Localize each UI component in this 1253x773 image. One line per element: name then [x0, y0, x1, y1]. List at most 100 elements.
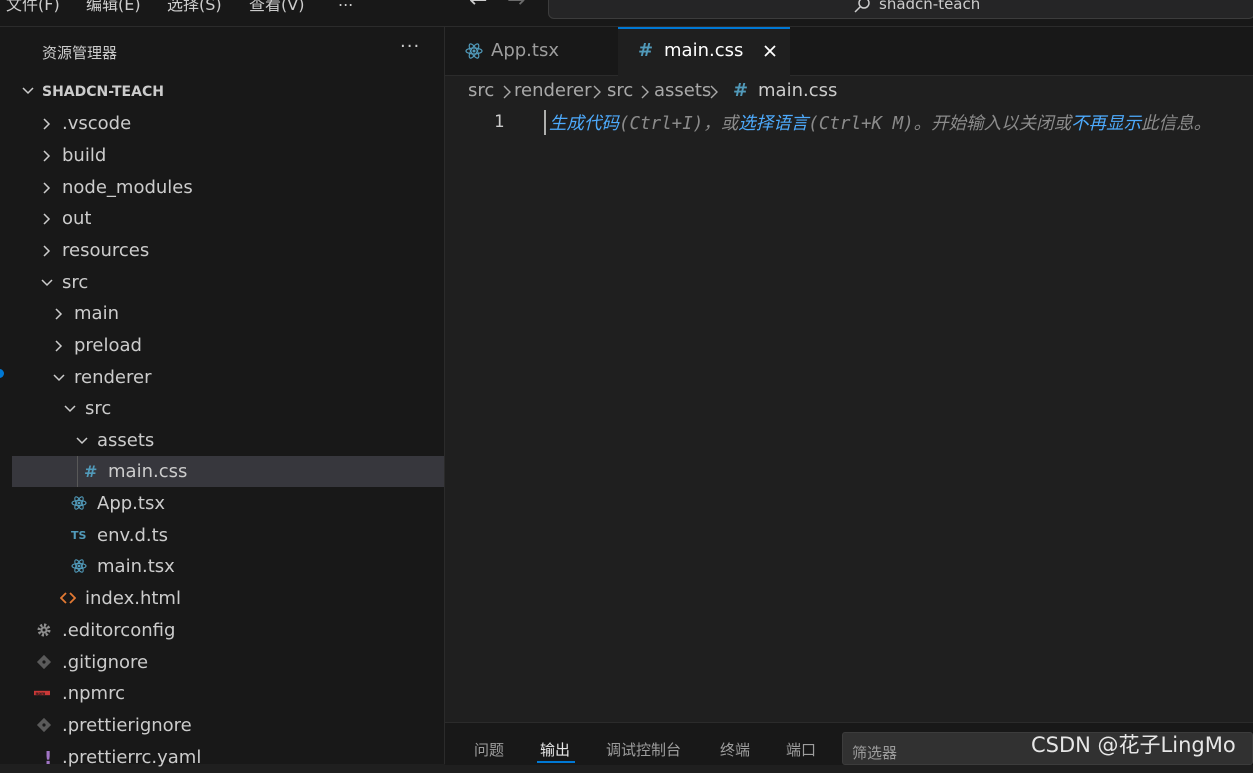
tab-output[interactable]: 输出	[540, 739, 570, 760]
search-icon	[854, 0, 870, 13]
forward-arrow-icon[interactable]: →	[507, 0, 525, 13]
tree-file[interactable]: npm .npmrc	[12, 678, 444, 709]
svg-text:TS: TS	[71, 529, 87, 542]
tree-item-label: index.html	[85, 588, 181, 609]
menu-edit[interactable]: 编辑(E)	[86, 0, 141, 15]
hint-text: 此信息。	[1141, 114, 1212, 134]
tree-folder[interactable]: out	[12, 203, 444, 234]
yaml-icon: !	[44, 749, 52, 765]
hint-link[interactable]: 生成代码	[549, 114, 619, 134]
tab-app-tsx[interactable]: App.tsx	[445, 27, 619, 75]
tab-label: App.tsx	[491, 40, 559, 61]
tree-item-label: build	[62, 145, 107, 166]
tree-file[interactable]: index.html	[12, 583, 444, 614]
react-icon	[71, 496, 87, 510]
tree-file[interactable]: TS env.d.ts	[12, 520, 444, 551]
menu-file[interactable]: 文件(F)	[6, 0, 60, 15]
tree-file[interactable]: .editorconfig	[12, 615, 444, 646]
breadcrumb-item[interactable]: src	[468, 80, 494, 101]
react-icon	[71, 559, 87, 573]
command-center[interactable]: shadcn-teach	[548, 0, 1253, 19]
more-actions-icon[interactable]: ···	[400, 36, 420, 57]
breadcrumb-item[interactable]: src	[607, 80, 633, 101]
tree-file[interactable]: .prettierignore	[12, 710, 444, 741]
menu-view[interactable]: 查看(V)	[249, 0, 304, 15]
tree-item-label: .vscode	[62, 113, 132, 134]
hint-text: (Ctrl+K M)。开始输入以关闭或	[808, 114, 1072, 134]
chevron-right-icon	[43, 245, 51, 257]
hint-text: (Ctrl+I)，或	[619, 114, 739, 134]
gear-icon	[37, 623, 51, 637]
activity-bar	[0, 27, 12, 764]
tree-file[interactable]: ! .prettierrc.yaml	[12, 742, 444, 773]
chevron-down-icon[interactable]	[20, 83, 36, 99]
chevron-down-icon	[41, 279, 53, 287]
tree-folder[interactable]: build	[12, 140, 444, 171]
tree-item-label: assets	[97, 430, 155, 451]
breadcrumb-item[interactable]: assets	[654, 80, 711, 101]
menu-more[interactable]: ...	[338, 0, 353, 10]
tree-item-label: preload	[74, 335, 142, 356]
explorer-sidebar: 资源管理器 ··· SHADCN-TEACH .vscode build node_…	[12, 27, 445, 768]
tab-ports[interactable]: 端口	[786, 739, 816, 760]
svg-text:npm: npm	[35, 691, 45, 696]
chevron-down-icon	[53, 374, 65, 382]
chevron-right-icon	[43, 150, 51, 162]
tree-folder[interactable]: .vscode	[12, 108, 444, 139]
back-arrow-icon[interactable]: ←	[469, 0, 487, 13]
react-icon	[465, 43, 483, 59]
hint-link[interactable]: 选择语言	[738, 114, 808, 134]
git-icon	[36, 654, 52, 670]
tree-folder[interactable]: preload	[12, 330, 444, 361]
tab-label: main.css	[664, 40, 744, 61]
tree-item-label: resources	[62, 240, 150, 261]
tree-item-label: main	[74, 303, 119, 324]
tree-file[interactable]: App.tsx	[12, 488, 444, 519]
indent-guide	[77, 456, 78, 487]
chevron-right-icon	[710, 85, 718, 99]
filter-placeholder: 筛选器	[852, 744, 898, 762]
line-number: 1	[494, 112, 505, 132]
code-editor[interactable]: 1 生成代码(Ctrl+I)，或选择语言(Ctrl+K M)。开始输入以关闭或不…	[445, 108, 1253, 722]
svg-text:#: #	[84, 463, 97, 479]
tree-file[interactable]: .gitignore	[12, 647, 444, 678]
chevron-right-icon	[43, 118, 51, 130]
tab-debug-console[interactable]: 调试控制台	[606, 739, 681, 760]
tree-folder[interactable]: src	[12, 393, 444, 424]
git-icon	[36, 717, 52, 733]
css-hash-icon: #	[84, 463, 97, 479]
active-tab-indicator	[537, 761, 575, 763]
command-center-text: shadcn-teach	[879, 0, 981, 13]
tree-item-label: out	[62, 208, 92, 229]
typescript-icon: TS	[71, 529, 87, 542]
tree-item-label: main.css	[108, 461, 188, 482]
tab-terminal[interactable]: 终端	[720, 739, 750, 760]
tree-item-label: src	[85, 398, 112, 419]
tree-folder[interactable]: assets	[12, 425, 444, 456]
tab-problems[interactable]: 问题	[474, 739, 504, 760]
watermark: CSDN @花子LingMo	[1031, 733, 1236, 757]
chevron-right-icon	[43, 213, 51, 225]
tree-folder[interactable]: renderer	[12, 362, 444, 393]
tree-folder[interactable]: resources	[12, 235, 444, 266]
tree-folder[interactable]: main	[12, 298, 444, 329]
text-cursor	[544, 110, 546, 135]
chevron-right-icon	[55, 340, 63, 352]
close-icon[interactable]	[762, 43, 778, 59]
tree-file[interactable]: main.tsx	[12, 551, 444, 582]
chevron-right-icon	[593, 85, 601, 99]
tree-folder[interactable]: node_modules	[12, 172, 444, 203]
title-bar: 文件(F) 编辑(E) 选择(S) 查看(V) ... ← → shadcn-t…	[0, 0, 1253, 27]
chevron-right-icon	[43, 182, 51, 194]
workspace-root-label[interactable]: SHADCN-TEACH	[42, 84, 164, 100]
tree-item-label: .prettierrc.yaml	[62, 747, 202, 768]
breadcrumb-item[interactable]: renderer	[514, 80, 591, 101]
breadcrumb-item[interactable]: main.css	[758, 80, 837, 101]
editor-tab-bar: App.tsx # main.css	[445, 27, 1253, 76]
hint-link[interactable]: 不再显示	[1071, 114, 1141, 134]
tree-folder[interactable]: src	[12, 267, 444, 298]
tree-item-label: .prettierignore	[62, 715, 192, 736]
tab-main-css[interactable]: # main.css	[618, 27, 790, 76]
menu-selection[interactable]: 选择(S)	[167, 0, 222, 15]
chevron-right-icon	[55, 308, 63, 320]
